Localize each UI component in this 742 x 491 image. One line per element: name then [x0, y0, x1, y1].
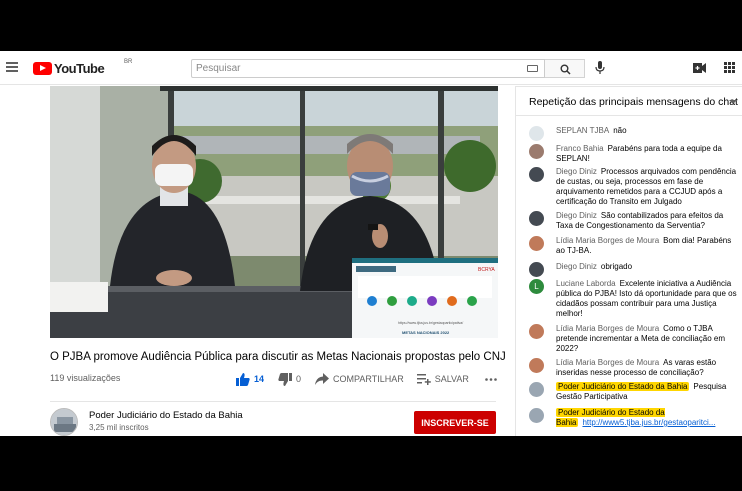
microphone-icon[interactable]	[595, 61, 605, 75]
slide-url-text: https://www.tjba.jus.br/gestaoparticipat…	[398, 321, 463, 325]
chat-message: Lídia Maria Borges de Moura Bom dia! Para…	[529, 236, 739, 256]
menu-icon[interactable]	[6, 62, 18, 72]
thumbs-down-icon	[278, 372, 293, 386]
like-count: 14	[254, 374, 265, 384]
chat-message: Lídia Maria Borges de Moura As varas estã…	[529, 358, 739, 378]
user-avatar[interactable]	[529, 262, 544, 277]
message-author[interactable]: SEPLAN TJBA	[556, 126, 609, 135]
user-avatar[interactable]	[529, 126, 544, 141]
chat-message: L Luciane Laborda Excelente iniciativa a …	[529, 279, 739, 319]
chat-message: SEPLAN TJBA não	[529, 126, 739, 141]
like-button[interactable]: 14	[236, 372, 265, 386]
user-avatar[interactable]	[529, 167, 544, 182]
chat-message: Lídia Maria Borges de Moura Como o TJBA p…	[529, 324, 739, 354]
search-input[interactable]	[192, 63, 512, 74]
user-avatar[interactable]	[529, 382, 544, 397]
user-avatar[interactable]	[529, 211, 544, 226]
user-avatar[interactable]: L	[529, 279, 544, 294]
create-video-icon[interactable]	[693, 63, 706, 73]
chat-message: Diego Diniz São contabilizados para efeit…	[529, 211, 739, 231]
apps-grid-icon[interactable]	[724, 62, 735, 73]
more-horizontal-icon	[485, 377, 497, 381]
message-text: não	[613, 126, 627, 135]
message-author[interactable]: Luciane Laborda	[556, 279, 616, 288]
search-button[interactable]	[545, 59, 585, 78]
live-chat-panel: Repetição das principais mensagens do ch…	[515, 86, 742, 436]
view-count: 119 visualizações	[50, 373, 121, 383]
playlist-add-icon	[416, 373, 431, 385]
channel-logo-icon	[51, 409, 77, 435]
logo-text: YouTube	[54, 60, 105, 76]
share-icon	[315, 373, 330, 385]
save-button[interactable]: SALVAR	[416, 373, 469, 385]
dropdown-arrow-icon	[729, 100, 737, 104]
user-avatar[interactable]	[529, 144, 544, 159]
subscribe-button[interactable]: INSCREVER-SE	[414, 411, 496, 434]
video-player[interactable]: BCRYA https://www.tjba.jus.br/gestaopart…	[50, 86, 498, 338]
video-actions: 14 0 COMPARTILHAR SALVAR	[236, 371, 501, 387]
user-avatar[interactable]	[529, 236, 544, 251]
thumbs-up-icon	[236, 372, 250, 386]
keyboard-icon[interactable]	[527, 65, 538, 72]
chat-header-title: Repetição das principais mensagens do ch…	[529, 96, 738, 108]
chat-message: Diego Diniz obrigado	[529, 262, 739, 277]
slide-logo-text: BCRYA	[478, 267, 495, 273]
message-link[interactable]: http://www5.tjba.jus.br/gestaoparitci...	[582, 418, 715, 427]
message-author[interactable]: Lídia Maria Borges de Moura	[556, 236, 659, 245]
message-author[interactable]: Lídia Maria Borges de Moura	[556, 358, 659, 367]
message-author[interactable]: Diego Diniz	[556, 211, 597, 220]
share-label: COMPARTILHAR	[333, 374, 404, 384]
save-label: SALVAR	[434, 374, 469, 384]
channel-name[interactable]: Poder Judiciário do Estado da Bahia	[89, 410, 243, 421]
video-frame: BCRYA https://www.tjba.jus.br/gestaopart…	[50, 86, 498, 338]
message-text: obrigado	[600, 262, 633, 271]
user-avatar[interactable]	[529, 408, 544, 423]
search-box	[191, 59, 545, 78]
user-avatar[interactable]	[529, 324, 544, 339]
masthead: YouTube BR	[0, 51, 742, 85]
chat-message: Poder Judiciário do Estado da Bahia http:…	[529, 408, 739, 428]
play-logo-icon	[33, 61, 52, 75]
youtube-logo[interactable]: YouTube BR	[33, 59, 132, 76]
country-code: BR	[124, 59, 133, 65]
video-title: O PJBA promove Audiência Pública para di…	[50, 351, 506, 363]
youtube-page: YouTube BR Pesquisar BCRYA https://www.t…	[0, 51, 742, 436]
dislike-button[interactable]: 0	[278, 372, 302, 386]
share-button[interactable]: COMPARTILHAR	[315, 373, 404, 385]
message-author[interactable]: Diego Diniz	[556, 262, 597, 271]
chat-message: Poder Judiciário do Estado da Bahia Pesqu…	[529, 382, 739, 402]
slide-footer-text: METAS NACIONAIS 2022	[402, 330, 450, 335]
chat-mode-selector[interactable]: Repetição das principais mensagens do ch…	[516, 87, 742, 116]
channel-avatar[interactable]	[50, 408, 78, 436]
search-icon	[560, 64, 571, 75]
message-author[interactable]: Lídia Maria Borges de Moura	[556, 324, 659, 333]
message-author[interactable]: Diego Diniz	[556, 167, 597, 176]
dislike-count: 0	[296, 374, 302, 384]
divider	[50, 401, 496, 402]
subscriber-count: 3,25 mil inscritos	[89, 423, 149, 432]
message-author[interactable]: Franco Bahia	[556, 144, 604, 153]
user-avatar[interactable]	[529, 358, 544, 373]
message-author[interactable]: Poder Judiciário do Estado da Bahia	[556, 382, 690, 391]
chat-message: Diego Diniz Processos arquivados com pend…	[529, 167, 739, 207]
more-actions-button[interactable]	[485, 377, 501, 381]
chat-message: Franco Bahia Parabéns para toda a equipe …	[529, 144, 739, 164]
